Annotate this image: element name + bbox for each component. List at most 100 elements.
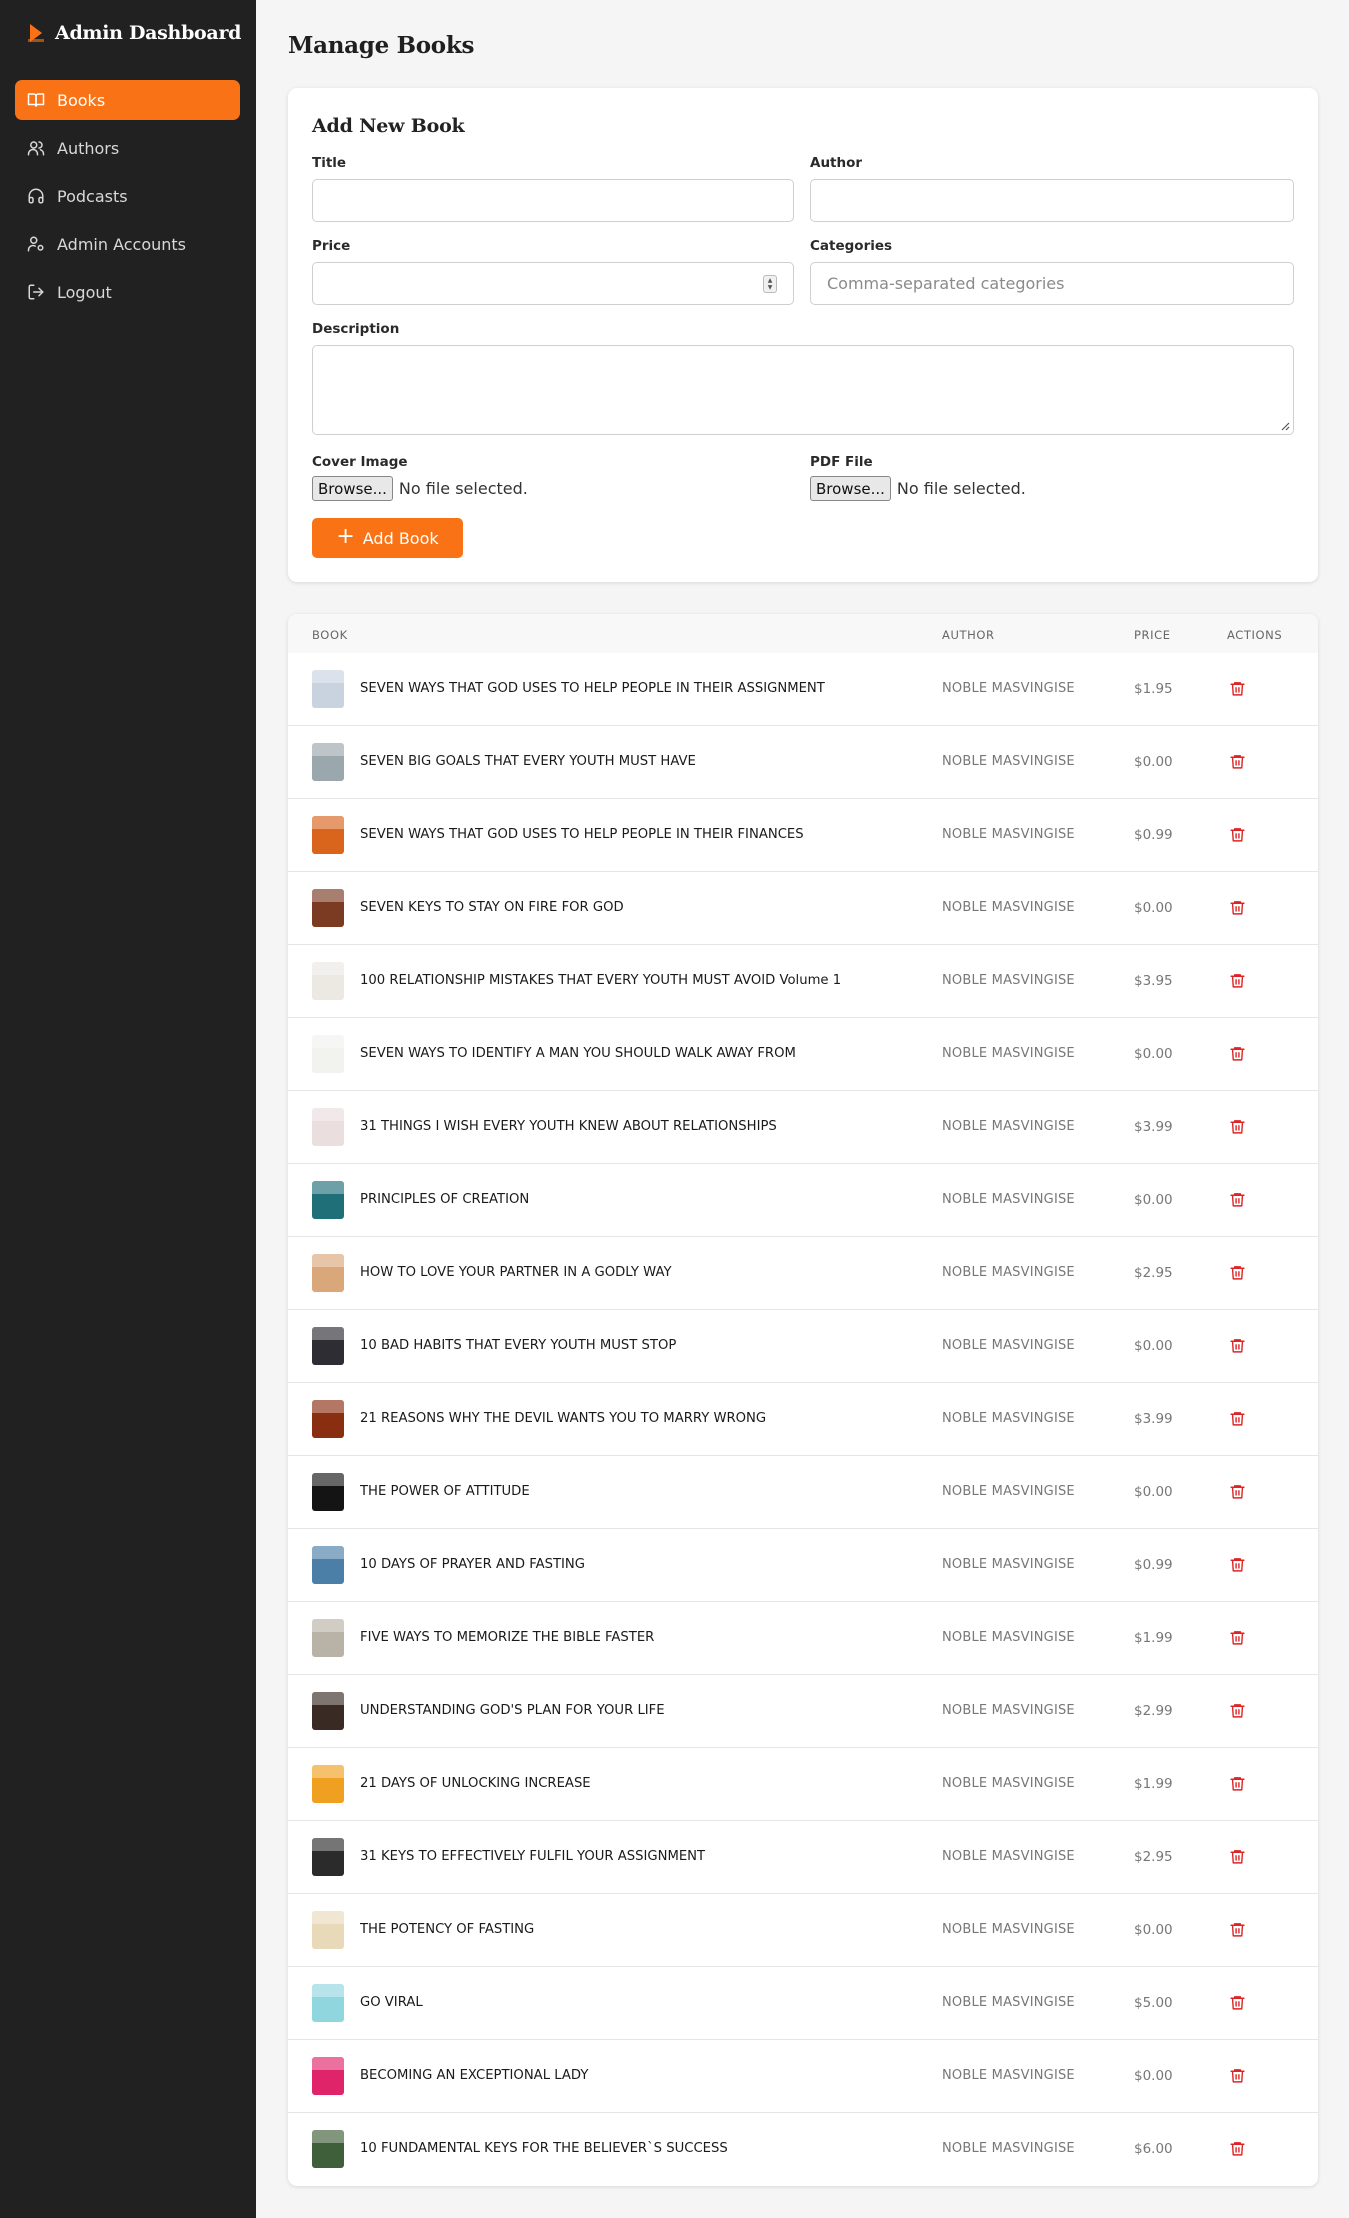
book-price: $0.00 xyxy=(1134,1484,1173,1500)
book-title: 100 RELATIONSHIP MISTAKES THAT EVERY YOU… xyxy=(360,973,842,988)
book-author: NOBLE MASVINGISE xyxy=(942,1265,1075,1280)
book-title: PRINCIPLES OF CREATION xyxy=(360,1192,530,1207)
sidebar-item-label: Podcasts xyxy=(57,186,128,206)
delete-icon[interactable] xyxy=(1227,751,1247,771)
delete-icon[interactable] xyxy=(1227,897,1247,917)
book-title: 10 FUNDAMENTAL KEYS FOR THE BELIEVER`S S… xyxy=(360,2141,728,2156)
delete-icon[interactable] xyxy=(1227,1919,1247,1939)
table-row: THE POTENCY OF FASTING NOBLE MASVINGISE $0… xyxy=(288,1894,1318,1967)
logout-icon xyxy=(25,281,47,303)
delete-icon[interactable] xyxy=(1227,1992,1247,2012)
book-price: $1.99 xyxy=(1134,1630,1173,1646)
book-cover-thumbnail xyxy=(312,1108,344,1146)
table-row: 100 RELATIONSHIP MISTAKES THAT EVERY YOU… xyxy=(288,945,1318,1018)
delete-icon[interactable] xyxy=(1227,1773,1247,1793)
plus-icon: + xyxy=(336,524,355,549)
sidebar-item-podcasts[interactable]: Podcasts xyxy=(15,176,240,216)
description-textarea[interactable] xyxy=(312,345,1294,435)
book-title: FIVE WAYS TO MEMORIZE THE BIBLE FASTER xyxy=(360,1630,655,1645)
delete-icon[interactable] xyxy=(1227,1408,1247,1428)
price-input[interactable]: ▲ ▼ xyxy=(312,262,794,305)
sidebar-nav: Books Authors Podcasts Admin Accounts Logout xyxy=(15,80,240,320)
book-author: NOBLE MASVINGISE xyxy=(942,900,1075,915)
book-cover-thumbnail xyxy=(312,1181,344,1219)
stepper-down-icon[interactable]: ▼ xyxy=(768,284,773,291)
brand[interactable]: Admin Dashboard xyxy=(25,18,241,48)
delete-icon[interactable] xyxy=(1227,824,1247,844)
delete-icon[interactable] xyxy=(1227,1116,1247,1136)
table-row: BECOMING AN EXCEPTIONAL LADY NOBLE MASVIN… xyxy=(288,2040,1318,2113)
book-price: $0.00 xyxy=(1134,1192,1173,1208)
book-price: $3.99 xyxy=(1134,1119,1173,1135)
delete-icon[interactable] xyxy=(1227,1262,1247,1282)
delete-icon[interactable] xyxy=(1227,2138,1247,2158)
sidebar-item-logout[interactable]: Logout xyxy=(15,272,240,312)
book-author: NOBLE MASVINGISE xyxy=(942,1849,1075,1864)
delete-icon[interactable] xyxy=(1227,1846,1247,1866)
table-row: 31 KEYS TO EFFECTIVELY FULFIL YOUR ASSIG… xyxy=(288,1821,1318,1894)
book-author: NOBLE MASVINGISE xyxy=(942,1411,1075,1426)
sidebar-item-books[interactable]: Books xyxy=(15,80,240,120)
delete-icon[interactable] xyxy=(1227,1700,1247,1720)
categories-input[interactable]: Comma-separated categories xyxy=(810,262,1294,305)
table-row: HOW TO LOVE YOUR PARTNER IN A GODLY WAY N… xyxy=(288,1237,1318,1310)
stepper-up-icon[interactable]: ▲ xyxy=(768,277,773,284)
book-author: NOBLE MASVINGISE xyxy=(942,1776,1075,1791)
cover-highlight xyxy=(312,2057,344,2071)
cover-file-status: No file selected. xyxy=(398,479,528,498)
cover-highlight xyxy=(312,1473,344,1487)
delete-icon[interactable] xyxy=(1227,1554,1247,1574)
book-title: SEVEN WAYS THAT GOD USES TO HELP PEOPLE … xyxy=(360,681,825,696)
delete-icon[interactable] xyxy=(1227,678,1247,698)
resize-handle-icon[interactable] xyxy=(1278,419,1290,431)
book-author: NOBLE MASVINGISE xyxy=(942,754,1075,769)
author-input[interactable] xyxy=(810,179,1294,222)
page-title: Manage Books xyxy=(288,32,475,59)
book-price: $1.99 xyxy=(1134,1776,1173,1792)
table-row: 21 REASONS WHY THE DEVIL WANTS YOU TO MA… xyxy=(288,1383,1318,1456)
book-price: $0.00 xyxy=(1134,900,1173,916)
book-price: $3.99 xyxy=(1134,1411,1173,1427)
book-author: NOBLE MASVINGISE xyxy=(942,1192,1075,1207)
delete-icon[interactable] xyxy=(1227,1481,1247,1501)
delete-icon[interactable] xyxy=(1227,1627,1247,1647)
book-price: $2.95 xyxy=(1134,1849,1173,1865)
delete-icon[interactable] xyxy=(1227,970,1247,990)
price-stepper[interactable]: ▲ ▼ xyxy=(763,275,777,293)
table-row: PRINCIPLES OF CREATION NOBLE MASVINGISE $0… xyxy=(288,1164,1318,1237)
sidebar-item-label: Books xyxy=(57,90,106,110)
user-cog-icon xyxy=(25,233,47,255)
title-input[interactable] xyxy=(312,179,794,222)
book-author: NOBLE MASVINGISE xyxy=(942,2141,1075,2156)
book-title: 10 BAD HABITS THAT EVERY YOUTH MUST STOP xyxy=(360,1338,677,1353)
pdf-browse-button[interactable]: Browse... xyxy=(810,476,891,501)
book-cover-thumbnail xyxy=(312,889,344,927)
cover-highlight xyxy=(312,1181,344,1195)
cover-highlight xyxy=(312,1546,344,1560)
delete-icon[interactable] xyxy=(1227,1043,1247,1063)
book-cover-thumbnail xyxy=(312,962,344,1000)
delete-icon[interactable] xyxy=(1227,1189,1247,1209)
book-author: NOBLE MASVINGISE xyxy=(942,973,1075,988)
book-price: $0.00 xyxy=(1134,1046,1173,1062)
delete-icon[interactable] xyxy=(1227,1335,1247,1355)
sidebar-item-authors[interactable]: Authors xyxy=(15,128,240,168)
table-row: 31 THINGS I WISH EVERY YOUTH KNEW ABOUT … xyxy=(288,1091,1318,1164)
cover-browse-button[interactable]: Browse... xyxy=(312,476,393,501)
delete-icon[interactable] xyxy=(1227,2065,1247,2085)
book-cover-thumbnail xyxy=(312,2130,344,2168)
sidebar-item-label: Authors xyxy=(57,138,120,158)
cover-highlight xyxy=(312,1911,344,1925)
book-title: UNDERSTANDING GOD'S PLAN FOR YOUR LIFE xyxy=(360,1703,665,1718)
book-price: $2.99 xyxy=(1134,1703,1173,1719)
book-title: SEVEN KEYS TO STAY ON FIRE FOR GOD xyxy=(360,900,624,915)
app-title: Admin Dashboard xyxy=(55,22,242,44)
cover-highlight xyxy=(312,1765,344,1779)
add-book-button[interactable]: + Add Book xyxy=(312,518,463,558)
book-cover-thumbnail xyxy=(312,670,344,708)
price-label: Price xyxy=(312,238,351,254)
book-cover-thumbnail xyxy=(312,743,344,781)
sidebar-item-admin-accounts[interactable]: Admin Accounts xyxy=(15,224,240,264)
header-price: PRICE xyxy=(1134,628,1171,642)
book-author: NOBLE MASVINGISE xyxy=(942,1922,1075,1937)
